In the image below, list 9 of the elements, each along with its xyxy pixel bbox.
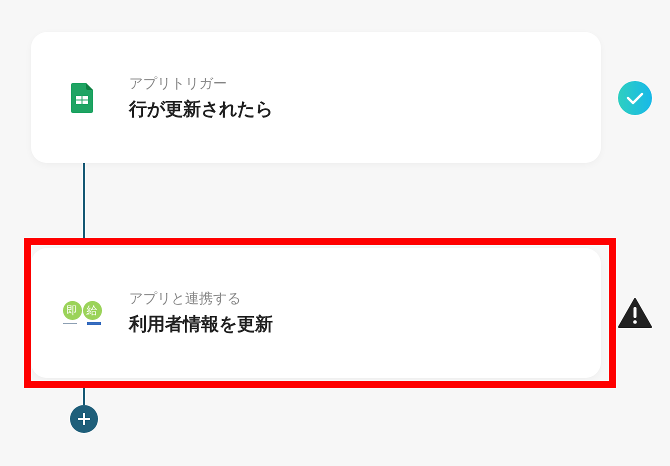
step-card[interactable]: アプリトリガー 行が更新されたら [31,32,601,163]
step-type-label: アプリと連携する [129,290,242,308]
app-logo: 即 給 [62,301,102,325]
add-step-button[interactable] [70,405,98,433]
step-title: 利用者情報を更新 [129,313,273,336]
plus-icon [78,413,90,425]
step-card[interactable]: 即 給 アプリと連携する 利用者情報を更新 [31,248,601,378]
step-title: 行が更新されたら [129,98,273,120]
step-type-label: アプリトリガー [129,74,228,92]
